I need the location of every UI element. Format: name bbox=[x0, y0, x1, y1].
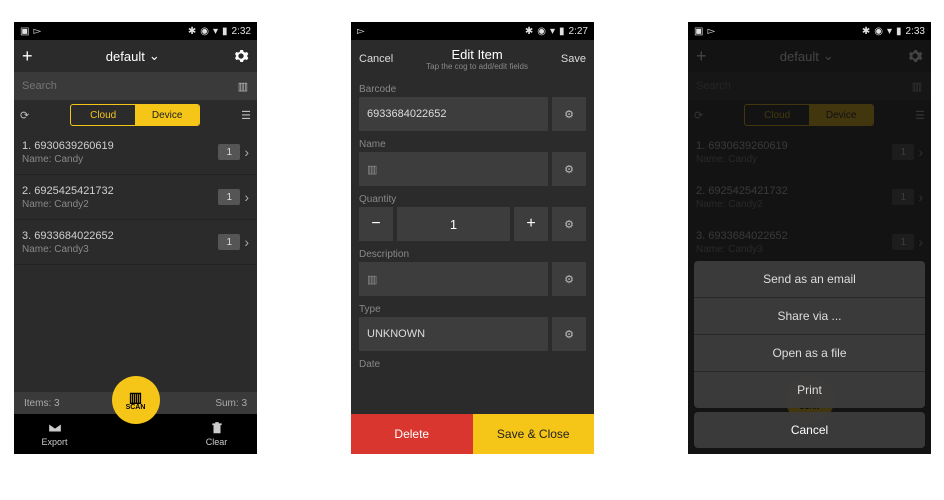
source-toggle: Cloud Device bbox=[70, 104, 200, 126]
search-input[interactable] bbox=[14, 72, 229, 100]
wifi-icon: ▾ bbox=[550, 26, 555, 37]
clock: 2:33 bbox=[906, 26, 925, 37]
count-badge: 1 bbox=[218, 234, 240, 250]
cancel-button[interactable]: Cancel bbox=[359, 53, 393, 65]
wifi-icon: ▾ bbox=[213, 26, 218, 37]
cast-icon: ▻ bbox=[33, 26, 41, 37]
chevron-right-icon: › bbox=[244, 144, 249, 160]
chevron-right-icon: › bbox=[244, 234, 249, 250]
field-cog-button[interactable]: ⚙ bbox=[552, 97, 586, 131]
list-item: 3. 6933684022652Name: Candy31› bbox=[688, 220, 931, 265]
field-label: Type bbox=[351, 298, 594, 317]
sheet-option-print[interactable]: Print bbox=[694, 372, 925, 408]
chevron-down-icon: ⌄ bbox=[149, 48, 160, 64]
scan-button[interactable]: ▥SCAN bbox=[112, 376, 160, 424]
field-label: Barcode bbox=[351, 78, 594, 97]
status-bar: ▣ ▻ ✱ ◉ ▾ ▮ 2:32 bbox=[14, 22, 257, 40]
list-item: 2. 6925425421732Name: Candy21› bbox=[688, 175, 931, 220]
delete-button[interactable]: Delete bbox=[351, 414, 473, 454]
sync-icon[interactable]: ⟳ bbox=[20, 109, 29, 122]
list-item[interactable]: 3. 6933684022652Name: Candy31› bbox=[14, 220, 257, 265]
battery-icon: ▮ bbox=[222, 26, 228, 37]
barcode-field[interactable]: 6933684022652 bbox=[359, 97, 548, 131]
sheet-cancel-button[interactable]: Cancel bbox=[694, 412, 925, 448]
signal-icon: ◉ bbox=[874, 26, 883, 37]
list-item[interactable]: 1. 6930639260619Name: Candy1› bbox=[14, 130, 257, 175]
image-icon: ▣ bbox=[694, 26, 703, 37]
edit-header: Cancel Edit ItemTap the cog to add/edit … bbox=[351, 40, 594, 78]
app-bar: + default⌄ bbox=[688, 40, 931, 72]
signal-icon: ◉ bbox=[200, 26, 209, 37]
list-item[interactable]: 2. 6925425421732Name: Candy21› bbox=[14, 175, 257, 220]
cast-icon: ▻ bbox=[707, 26, 715, 37]
qty-minus-button[interactable]: − bbox=[359, 207, 393, 241]
name-field[interactable]: ▥ bbox=[359, 152, 548, 186]
barcode-icon[interactable]: ▥ bbox=[229, 72, 257, 100]
settings-button bbox=[907, 48, 923, 64]
clear-button[interactable]: Clear bbox=[176, 421, 257, 447]
field-label: Date bbox=[351, 353, 594, 372]
barcode-icon: ▥ bbox=[367, 273, 377, 286]
add-button: + bbox=[696, 46, 707, 67]
list-icon: ☰ bbox=[915, 109, 925, 122]
type-field[interactable]: UNKNOWN bbox=[359, 317, 548, 351]
battery-icon: ▮ bbox=[559, 26, 565, 37]
save-close-button[interactable]: Save & Close bbox=[473, 414, 595, 454]
qty-value[interactable]: 1 bbox=[397, 207, 510, 241]
screen-export: ▣▻ ✱◉▾▮2:33 + default⌄ ▥ ⟳CloudDevice☰ 1… bbox=[688, 22, 931, 454]
count-badge: 1 bbox=[218, 189, 240, 205]
sync-icon: ⟳ bbox=[694, 109, 703, 122]
battery-icon: ▮ bbox=[896, 26, 902, 37]
barcode-icon: ▥ bbox=[903, 72, 931, 100]
wifi-icon: ▾ bbox=[887, 26, 892, 37]
description-field[interactable]: ▥ bbox=[359, 262, 548, 296]
field-label: Quantity bbox=[351, 188, 594, 207]
qty-plus-button[interactable]: + bbox=[514, 207, 548, 241]
barcode-icon: ▥ bbox=[367, 163, 377, 176]
page-subtitle: Tap the cog to add/edit fields bbox=[426, 62, 528, 71]
field-cog-button[interactable]: ⚙ bbox=[552, 317, 586, 351]
screen-edit: ▻ ✱ ◉ ▾ ▮ 2:27 Cancel Edit ItemTap the cog t… bbox=[351, 22, 594, 454]
search-input bbox=[688, 72, 903, 100]
sheet-option-file[interactable]: Open as a file bbox=[694, 335, 925, 372]
app-bar: + default⌄ bbox=[14, 40, 257, 72]
settings-button[interactable] bbox=[233, 48, 249, 64]
export-sheet: Send as an email Share via ... Open as a… bbox=[694, 261, 925, 448]
tab-cloud[interactable]: Cloud bbox=[71, 105, 135, 125]
bt-icon: ✱ bbox=[862, 26, 870, 37]
list-selector[interactable]: default⌄ bbox=[106, 48, 160, 64]
list-selector: default⌄ bbox=[780, 48, 834, 64]
add-button[interactable]: + bbox=[22, 46, 33, 67]
field-label: Description bbox=[351, 243, 594, 262]
field-cog-button[interactable]: ⚙ bbox=[552, 207, 586, 241]
save-button[interactable]: Save bbox=[561, 53, 586, 65]
sheet-option-email[interactable]: Send as an email bbox=[694, 261, 925, 298]
status-bar: ▻ ✱ ◉ ▾ ▮ 2:27 bbox=[351, 22, 594, 40]
clock: 2:32 bbox=[232, 26, 251, 37]
screen-list: ▣▻ ✱◉▾▮2:32 + default⌄ ▥ ⟳ Cloud Device … bbox=[14, 22, 257, 454]
list-icon[interactable]: ☰ bbox=[241, 109, 251, 122]
field-cog-button[interactable]: ⚙ bbox=[552, 262, 586, 296]
sheet-option-share[interactable]: Share via ... bbox=[694, 298, 925, 335]
status-bar: ▣ ▻ ✱ ◉ ▾ ▮ 2:33 bbox=[688, 22, 931, 40]
bt-icon: ✱ bbox=[525, 26, 533, 37]
chevron-right-icon: › bbox=[244, 189, 249, 205]
signal-icon: ◉ bbox=[537, 26, 546, 37]
cast-icon: ▻ bbox=[357, 26, 365, 37]
field-cog-button[interactable]: ⚙ bbox=[552, 152, 586, 186]
image-icon: ▣ bbox=[20, 26, 29, 37]
page-title: Edit Item bbox=[426, 47, 528, 62]
export-button[interactable]: Export bbox=[14, 421, 95, 447]
list-item: 1. 6930639260619Name: Candy1› bbox=[688, 130, 931, 175]
chevron-down-icon: ⌄ bbox=[823, 48, 834, 64]
field-label: Name bbox=[351, 133, 594, 152]
clock: 2:27 bbox=[569, 26, 588, 37]
bt-icon: ✱ bbox=[188, 26, 196, 37]
tab-device[interactable]: Device bbox=[135, 105, 199, 125]
barcode-icon: ▥ bbox=[129, 390, 142, 404]
count-badge: 1 bbox=[218, 144, 240, 160]
footer-bar: Delete Save & Close bbox=[351, 414, 594, 454]
